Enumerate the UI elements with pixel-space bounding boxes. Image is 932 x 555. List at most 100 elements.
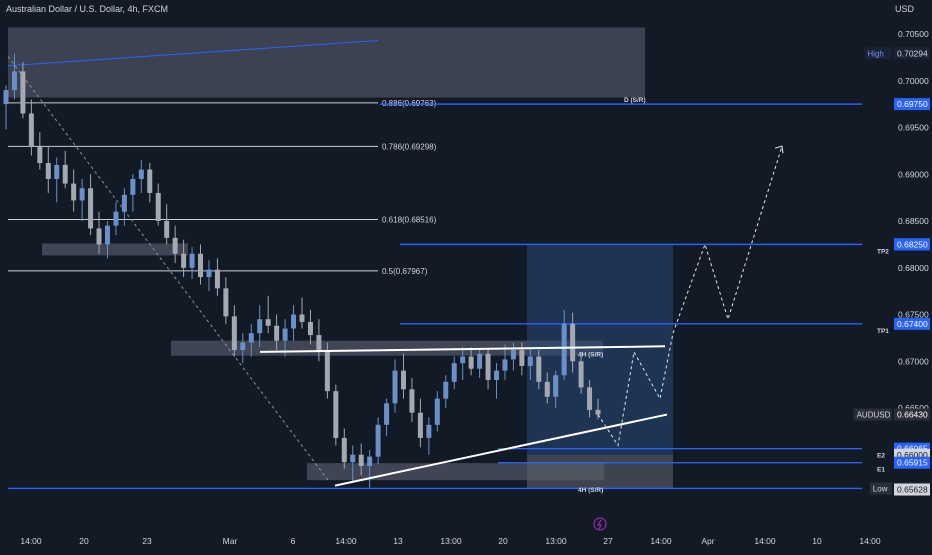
candle-body xyxy=(3,90,9,105)
time-axis-tick: 14:00 xyxy=(20,536,42,546)
price-axis-tick: 0.68500 xyxy=(898,216,929,226)
candle-body xyxy=(37,146,43,164)
level-label: TP2 xyxy=(877,248,889,255)
candle xyxy=(417,398,423,448)
candle xyxy=(113,202,119,236)
candle-body xyxy=(71,183,77,201)
price-badge-value: 0.69750 xyxy=(897,99,928,109)
candle xyxy=(79,178,85,221)
candle-body xyxy=(477,353,483,369)
candle xyxy=(223,277,229,324)
resistance-zone xyxy=(42,243,188,256)
chart-area[interactable]: 0.886(0.69763) 0.786(0.69298) 0.618(0.6851… xyxy=(0,0,932,550)
price-badge-label: High xyxy=(867,49,883,58)
time-axis-tick: 23 xyxy=(142,536,152,546)
time-axis-tick: 20 xyxy=(498,536,508,546)
candle xyxy=(37,132,43,170)
candle-body xyxy=(138,169,144,179)
candle xyxy=(45,146,51,193)
candle xyxy=(198,244,204,285)
candle xyxy=(130,174,136,212)
price-chart[interactable]: 0.886(0.69763) 0.786(0.69298) 0.618(0.6851… xyxy=(0,0,932,550)
candle-body xyxy=(578,361,584,388)
time-axis-tick: 14:00 xyxy=(335,536,357,546)
candle xyxy=(443,375,449,408)
candle-body xyxy=(587,387,593,410)
candle-body xyxy=(460,356,466,364)
time-axis-tick: 14:00 xyxy=(650,536,672,546)
candle xyxy=(214,258,220,296)
price-axis-tick: 0.68000 xyxy=(898,263,929,273)
candle-body xyxy=(240,342,246,351)
candle xyxy=(409,378,415,423)
candle-body xyxy=(324,351,330,392)
candle-body xyxy=(79,188,85,201)
candle-body xyxy=(130,178,136,195)
candle-body xyxy=(198,253,204,278)
candle xyxy=(434,391,440,432)
candle-body xyxy=(553,375,559,397)
candle-body xyxy=(214,269,220,289)
candle xyxy=(485,350,491,390)
candle xyxy=(307,309,313,345)
candle-body xyxy=(20,71,26,114)
candle-body xyxy=(570,323,576,362)
candle-body xyxy=(494,370,500,380)
candle xyxy=(155,183,161,226)
candle xyxy=(291,305,297,341)
candle xyxy=(164,204,170,245)
candle-body xyxy=(307,321,313,336)
candle-body xyxy=(189,253,195,268)
candle-body xyxy=(358,454,364,466)
candle xyxy=(231,305,237,357)
fib-level-label: 0.5(0.67967) xyxy=(382,267,428,276)
candle xyxy=(88,174,94,236)
price-axis-tick: 0.69500 xyxy=(898,123,929,133)
candle xyxy=(384,398,390,437)
candle-body xyxy=(11,71,17,91)
candle-body xyxy=(451,363,457,382)
supply-zone xyxy=(8,27,645,98)
candle-body xyxy=(155,192,161,221)
candle-body xyxy=(299,314,305,322)
price-axis-tick: 0.70500 xyxy=(898,29,929,39)
candle-body xyxy=(485,353,491,380)
price-badge-value: 0.67400 xyxy=(897,319,928,329)
candle-body xyxy=(54,164,60,179)
candle-body xyxy=(341,437,347,463)
candle-body xyxy=(502,359,508,371)
position-profit-box xyxy=(527,244,673,455)
candle xyxy=(240,333,246,364)
position-risk-box xyxy=(527,454,673,489)
candle xyxy=(189,247,195,279)
candle-body xyxy=(400,370,406,390)
candle xyxy=(265,295,271,334)
candle-body xyxy=(96,228,102,245)
time-axis-tick: 14:00 xyxy=(754,536,776,546)
price-axis-tick: 0.67000 xyxy=(898,356,929,366)
candle-body xyxy=(265,319,271,326)
fib-level-label: 0.786(0.69298) xyxy=(382,142,437,151)
candle-body xyxy=(181,253,187,268)
candle xyxy=(62,150,68,189)
candle-body xyxy=(510,350,516,360)
candle xyxy=(477,350,483,379)
candle-body xyxy=(375,424,381,457)
candle xyxy=(172,225,178,264)
candle-body xyxy=(291,314,297,329)
candle-body xyxy=(164,221,170,238)
candle-body xyxy=(282,328,288,341)
candle-body xyxy=(104,225,110,245)
candle-body xyxy=(88,188,94,229)
candle-body xyxy=(392,370,398,404)
candle-body xyxy=(350,454,356,463)
currency-label: USD xyxy=(894,4,914,14)
candle xyxy=(400,353,406,399)
candle xyxy=(3,85,9,130)
candle-body xyxy=(147,169,153,193)
candle-body xyxy=(121,194,127,212)
candle xyxy=(451,356,457,390)
time-axis-tick: 6 xyxy=(291,536,296,546)
lightning-icon xyxy=(596,519,602,530)
candle-body xyxy=(519,350,525,366)
